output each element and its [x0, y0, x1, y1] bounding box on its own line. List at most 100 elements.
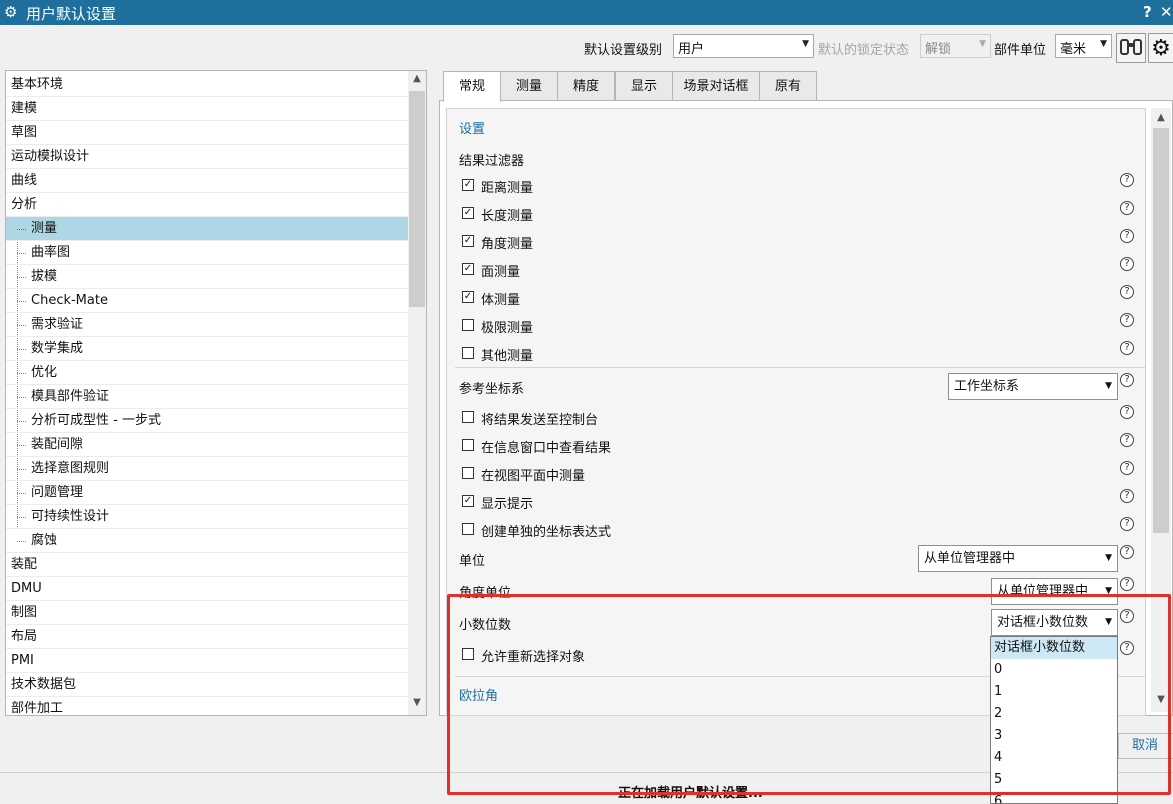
tree-item[interactable]: 部件加工: [6, 697, 408, 715]
close-button[interactable]: ✕: [1160, 3, 1173, 21]
tab-0[interactable]: 常规: [443, 71, 501, 102]
scroll-down-icon[interactable]: ▼: [1151, 694, 1171, 705]
tree-item[interactable]: 基本环境: [6, 73, 408, 97]
tree-scroll-thumb[interactable]: [409, 91, 425, 307]
help-icon[interactable]: ?: [1120, 609, 1134, 623]
tree-item[interactable]: 选择意图规则: [6, 457, 408, 481]
tree-item[interactable]: 数学集成: [6, 337, 408, 361]
tree-item[interactable]: 模具部件验证: [6, 385, 408, 409]
tree-item[interactable]: DMU: [6, 577, 408, 601]
level-value: 用户: [678, 42, 705, 57]
help-icon[interactable]: ?: [1120, 285, 1134, 299]
checkbox-box[interactable]: [462, 648, 474, 660]
decimal-select[interactable]: 对话框小数位数 ▼: [991, 609, 1118, 636]
help-button[interactable]: ?: [1143, 3, 1152, 21]
tab-4[interactable]: 场景对话框: [672, 71, 760, 101]
checkbox-checked-icon[interactable]: ✓: [462, 179, 474, 191]
checkbox-box[interactable]: [462, 467, 474, 479]
tree-item[interactable]: 拔模: [6, 265, 408, 289]
help-icon[interactable]: ?: [1120, 433, 1134, 447]
content-scrollbar[interactable]: ▲ ▼: [1151, 108, 1171, 712]
unit-select[interactable]: 从单位管理器中 ▼: [918, 545, 1118, 572]
tree-item[interactable]: 建模: [6, 97, 408, 121]
dropdown-option[interactable]: 6: [991, 791, 1117, 803]
tree-item[interactable]: 分析可成型性 - 一步式: [6, 409, 408, 433]
tree-item[interactable]: 技术数据包: [6, 673, 408, 697]
tree-item[interactable]: 曲率图: [6, 241, 408, 265]
decimal-dropdown-list[interactable]: 对话框小数位数 0 1 2 3 4 5 6: [990, 636, 1118, 804]
help-icon[interactable]: ?: [1120, 229, 1134, 243]
tab-3[interactable]: 显示: [615, 71, 673, 101]
tree-item[interactable]: 优化: [6, 361, 408, 385]
tree-item[interactable]: PMI: [6, 649, 408, 673]
checkbox-box[interactable]: [462, 319, 474, 331]
find-button[interactable]: [1116, 33, 1146, 63]
dropdown-option[interactable]: 5: [991, 769, 1117, 791]
tree-item[interactable]: 草图: [6, 121, 408, 145]
tree-item[interactable]: Check-Mate: [6, 289, 408, 313]
help-icon[interactable]: ?: [1120, 489, 1134, 503]
help-icon[interactable]: ?: [1120, 405, 1134, 419]
tree-item-label: 技术数据包: [11, 677, 77, 692]
settings-button[interactable]: ⚙: [1148, 33, 1173, 63]
tab-1[interactable]: 测量: [500, 71, 558, 101]
tree-item[interactable]: 问题管理: [6, 481, 408, 505]
help-icon[interactable]: ?: [1120, 341, 1134, 355]
scroll-up-icon[interactable]: ▲: [408, 73, 426, 84]
tree-item[interactable]: 运动模拟设计: [6, 145, 408, 169]
help-icon[interactable]: ?: [1120, 517, 1134, 531]
tree-item-label: DMU: [11, 581, 42, 596]
tree-item[interactable]: 曲线: [6, 169, 408, 193]
scroll-down-icon[interactable]: ▼: [408, 697, 426, 708]
help-icon[interactable]: ?: [1120, 173, 1134, 187]
dropdown-option[interactable]: 3: [991, 725, 1117, 747]
section-euler[interactable]: 欧拉角: [459, 685, 498, 704]
tree-item[interactable]: 制图: [6, 601, 408, 625]
help-icon[interactable]: ?: [1120, 545, 1134, 559]
category-tree[interactable]: 基本环境 建模 草图 运动模拟设计 曲线 分析 测量 曲率图 拔模 Check-Mate 需求验证数…: [5, 70, 427, 716]
tree-item[interactable]: 腐蚀: [6, 529, 408, 553]
dropdown-option[interactable]: 0: [991, 659, 1117, 681]
checkbox-checked-icon[interactable]: ✓: [462, 263, 474, 275]
help-icon[interactable]: ?: [1120, 641, 1134, 655]
tree-item[interactable]: 布局: [6, 625, 408, 649]
angle-unit-select[interactable]: 从单位管理器中 ▼: [991, 578, 1118, 605]
tab-2[interactable]: 精度: [557, 71, 615, 101]
level-select[interactable]: 用户 ▼: [673, 34, 814, 58]
tree-scrollbar[interactable]: ▲ ▼: [408, 71, 426, 715]
tree-item[interactable]: 测量: [6, 217, 408, 241]
checkbox-checked-icon[interactable]: ✓: [462, 291, 474, 303]
dropdown-option[interactable]: 4: [991, 747, 1117, 769]
tree-item[interactable]: 装配: [6, 553, 408, 577]
dropdown-option[interactable]: 2: [991, 703, 1117, 725]
cancel-button[interactable]: 取消: [1118, 733, 1173, 759]
tree-item[interactable]: 装配间隙: [6, 433, 408, 457]
tree-item[interactable]: 需求验证: [6, 313, 408, 337]
checkbox-box[interactable]: [462, 347, 474, 359]
checkbox-checked-icon[interactable]: ✓: [462, 495, 474, 507]
tree-item-label: PMI: [11, 653, 34, 668]
help-icon[interactable]: ?: [1120, 577, 1134, 591]
part-unit-select[interactable]: 毫米 ▼: [1055, 34, 1112, 58]
checkbox-box[interactable]: [462, 523, 474, 535]
scroll-up-icon[interactable]: ▲: [1151, 112, 1171, 123]
ref-csys-select[interactable]: 工作坐标系 ▼: [948, 373, 1118, 400]
checkbox-checked-icon[interactable]: ✓: [462, 207, 474, 219]
tree-item[interactable]: 可持续性设计: [6, 505, 408, 529]
checkbox-box[interactable]: [462, 439, 474, 451]
content-scroll-thumb[interactable]: [1153, 128, 1169, 533]
checkbox-checked-icon[interactable]: ✓: [462, 235, 474, 247]
checkbox-box[interactable]: [462, 411, 474, 423]
tab-5[interactable]: 原有: [759, 71, 817, 101]
dropdown-option[interactable]: 1: [991, 681, 1117, 703]
help-icon[interactable]: ?: [1120, 201, 1134, 215]
help-icon[interactable]: ?: [1120, 313, 1134, 327]
help-icon[interactable]: ?: [1120, 257, 1134, 271]
checkbox-label: 面测量: [481, 265, 521, 280]
dropdown-option[interactable]: 对话框小数位数: [991, 637, 1117, 659]
app-gear-icon: ⚙: [4, 3, 18, 21]
help-icon[interactable]: ?: [1120, 461, 1134, 475]
tree-item[interactable]: 分析: [6, 193, 408, 217]
tree-item-label: 问题管理: [31, 485, 84, 500]
help-icon[interactable]: ?: [1120, 373, 1134, 387]
